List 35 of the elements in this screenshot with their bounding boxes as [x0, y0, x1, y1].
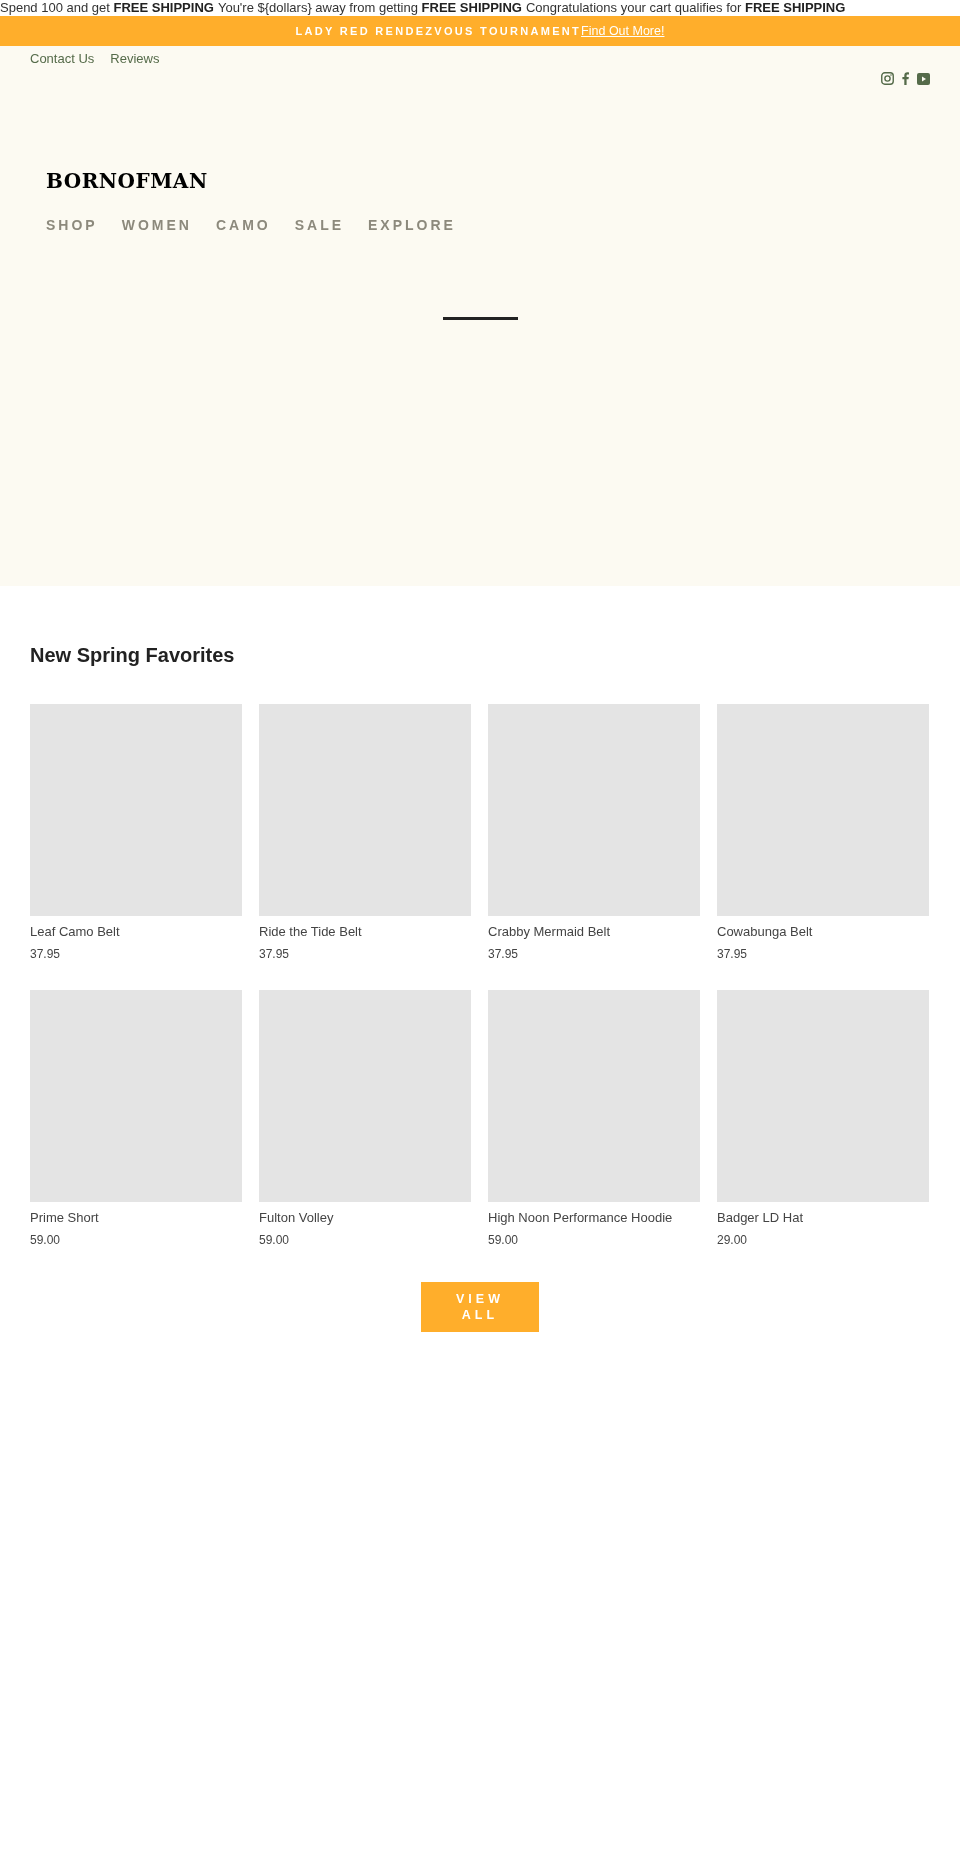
product-name[interactable]: High Noon Performance Hoodie	[488, 1209, 700, 1227]
product-name[interactable]: Crabby Mermaid Belt	[488, 923, 700, 941]
logo[interactable]: BORNOFMAN	[46, 169, 930, 193]
product-name[interactable]: Prime Short	[30, 1209, 242, 1227]
product-price: 37.95	[488, 946, 520, 962]
section-title: New Spring Favorites	[30, 643, 236, 668]
image-placeholder[interactable]	[488, 990, 700, 1202]
product-name[interactable]: Cowabunga Belt	[717, 923, 929, 941]
announcement-text: LADY RED RENDEZVOUS TOURNAMENT	[295, 25, 582, 37]
product-name[interactable]: Ride the Tide Belt	[259, 923, 471, 941]
image-placeholder[interactable]	[488, 704, 700, 916]
image-placeholder[interactable]	[259, 990, 471, 1202]
product-price: 59.00	[488, 1232, 520, 1248]
product-price: 29.00	[717, 1232, 749, 1248]
top-link[interactable]: Reviews	[110, 51, 160, 66]
product-price: 37.95	[30, 946, 62, 962]
product-price: 59.00	[259, 1232, 291, 1248]
product-price: 37.95	[259, 946, 291, 962]
shipping-message: Congratulations your cart qualifies for FREE SHIPPING	[526, 0, 846, 16]
product-price: 37.95	[717, 946, 749, 962]
shipping-message: Spend 100 and get FREE SHIPPING	[0, 0, 214, 16]
product-name[interactable]: Leaf Camo Belt	[30, 923, 242, 941]
shipping-message: You're ${dollars} away from getting FREE SHIPPING	[217, 0, 522, 16]
product-price: 59.00	[30, 1232, 62, 1248]
video-play-icon[interactable]	[917, 72, 930, 85]
top-link[interactable]: Contact Us	[30, 51, 95, 66]
image-placeholder[interactable]	[30, 990, 242, 1202]
facebook-icon[interactable]	[902, 72, 909, 85]
product-name[interactable]: Fulton Volley	[259, 1209, 471, 1227]
image-placeholder[interactable]	[717, 704, 929, 916]
image-placeholder[interactable]	[717, 990, 929, 1202]
product-name[interactable]: Badger LD Hat	[717, 1209, 929, 1227]
instagram-icon[interactable]	[881, 72, 894, 85]
image-placeholder[interactable]	[259, 704, 471, 916]
image-placeholder[interactable]	[30, 704, 242, 916]
